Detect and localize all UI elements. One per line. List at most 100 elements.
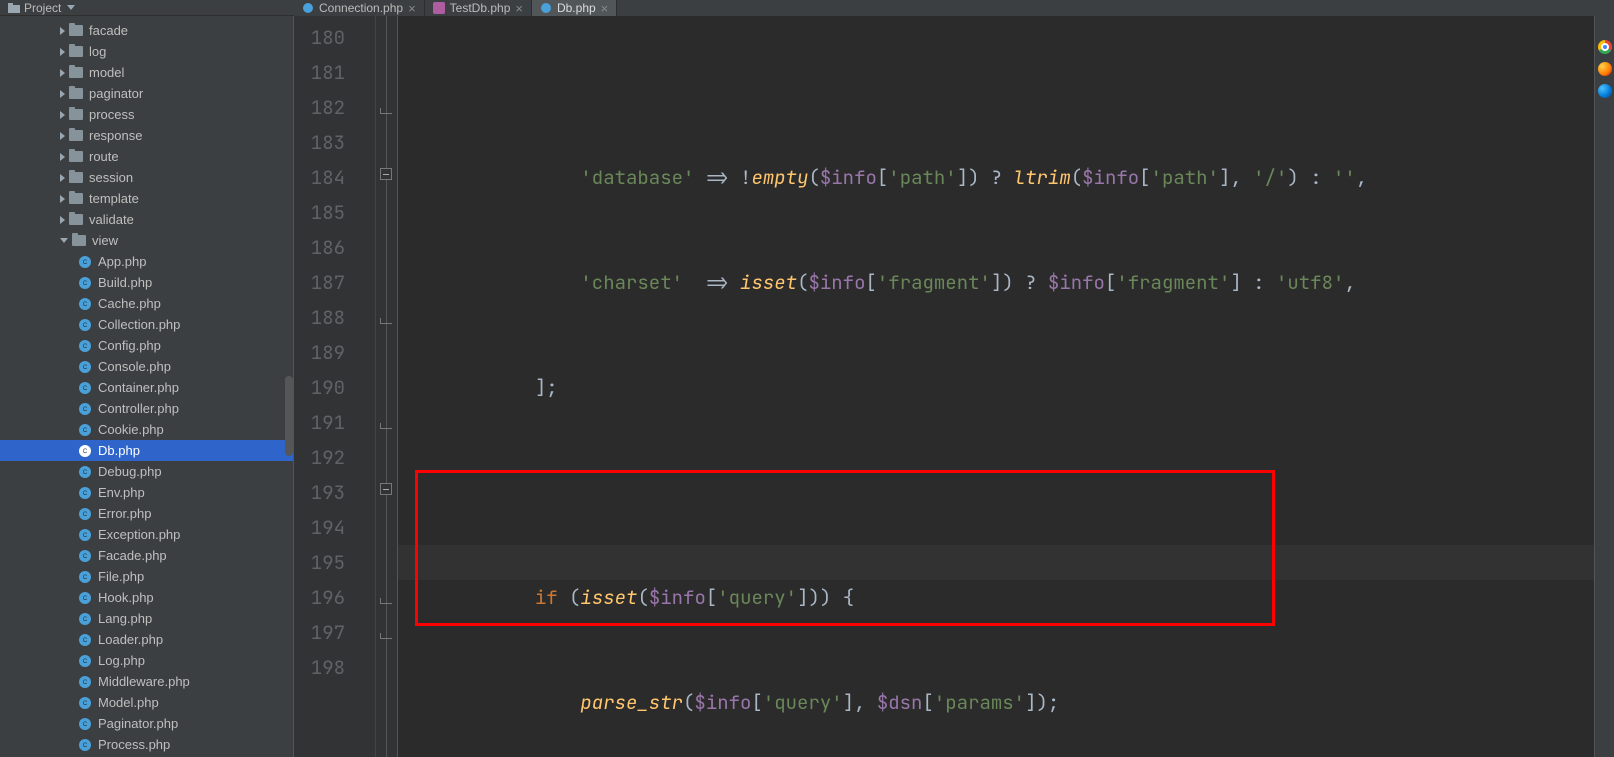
tree-item-label: Paginator.php xyxy=(98,713,178,734)
tree-folder[interactable]: paginator xyxy=(0,83,293,104)
line-number[interactable]: 192 xyxy=(294,440,345,475)
tree-file[interactable]: CLang.php xyxy=(0,608,293,629)
folder-icon xyxy=(69,25,83,36)
tree-file[interactable]: CException.php xyxy=(0,524,293,545)
tree-folder[interactable]: route xyxy=(0,146,293,167)
php-file-icon: C xyxy=(78,465,92,479)
tree-file[interactable]: CController.php xyxy=(0,398,293,419)
tree-file[interactable]: C Paginator.php xyxy=(0,713,293,734)
php-file-icon: C xyxy=(78,717,92,731)
tree-folder[interactable]: template xyxy=(0,188,293,209)
svg-text:C: C xyxy=(83,701,88,707)
tree-file[interactable]: C Model.php xyxy=(0,692,293,713)
chevron-right-icon xyxy=(60,132,65,140)
tree-file[interactable]: CApp.php xyxy=(0,251,293,272)
tree-file[interactable]: CFacade.php xyxy=(0,545,293,566)
tree-item-label: view xyxy=(92,230,118,251)
tree-folder[interactable]: session xyxy=(0,167,293,188)
php-file-icon: C xyxy=(78,738,92,752)
folder-icon xyxy=(69,46,83,57)
line-number[interactable]: 187 xyxy=(294,265,345,300)
project-tool-window-button[interactable]: Project xyxy=(0,0,87,15)
line-number[interactable]: 193 xyxy=(294,475,345,510)
line-number[interactable]: 196 xyxy=(294,580,345,615)
tree-item-label: Loader.php xyxy=(98,629,163,650)
code-content[interactable]: 'database' => !empty($info['path']) ? lt… xyxy=(398,20,1594,757)
line-number[interactable]: 185 xyxy=(294,195,345,230)
tree-item-label: Process.php xyxy=(98,734,170,755)
scrollbar-thumb[interactable] xyxy=(285,376,293,456)
line-number[interactable]: 198 xyxy=(294,650,345,685)
line-number[interactable]: 195 xyxy=(294,545,345,580)
php-file-icon: C xyxy=(78,423,92,437)
tree-file[interactable]: CError.php xyxy=(0,503,293,524)
tree-file[interactable]: CMiddleware.php xyxy=(0,671,293,692)
tree-folder-open[interactable]: view xyxy=(0,230,293,251)
editor-tab[interactable]: TestDb.php× xyxy=(425,0,532,16)
tree-file[interactable]: CCookie.php xyxy=(0,419,293,440)
tree-file[interactable]: CContainer.php xyxy=(0,377,293,398)
tree-folder[interactable]: process xyxy=(0,104,293,125)
tree-file[interactable]: C Hook.php xyxy=(0,587,293,608)
line-number-gutter[interactable]: 1801811821831841851861871881891901911921… xyxy=(294,16,376,757)
tree-folder[interactable]: log xyxy=(0,41,293,62)
tree-item-label: response xyxy=(89,125,142,146)
svg-text:C: C xyxy=(83,512,88,518)
tree-item-label: Model.php xyxy=(98,692,159,713)
tree-file[interactable]: CDebug.php xyxy=(0,461,293,482)
tree-file[interactable]: CFile.php xyxy=(0,566,293,587)
line-number[interactable]: 186 xyxy=(294,230,345,265)
tree-file[interactable]: CBuild.php xyxy=(0,272,293,293)
line-number[interactable]: 189 xyxy=(294,335,345,370)
tree-item-label: Hook.php xyxy=(98,587,154,608)
tree-folder[interactable]: validate xyxy=(0,209,293,230)
svg-text:C: C xyxy=(83,428,88,434)
line-number[interactable]: 183 xyxy=(294,125,345,160)
tree-file[interactable]: CLoader.php xyxy=(0,629,293,650)
tree-file[interactable]: CLog.php xyxy=(0,650,293,671)
tree-file[interactable]: CEnv.php xyxy=(0,482,293,503)
svg-text:C: C xyxy=(83,344,88,350)
tree-item-label: route xyxy=(89,146,119,167)
line-number[interactable]: 190 xyxy=(294,370,345,405)
line-number[interactable]: 184 xyxy=(294,160,345,195)
tree-folder[interactable]: model xyxy=(0,62,293,83)
tree-item-label: Console.php xyxy=(98,356,171,377)
tree-file[interactable]: CConfig.php xyxy=(0,335,293,356)
firefox-icon[interactable] xyxy=(1598,62,1612,76)
chevron-right-icon xyxy=(60,90,65,98)
file-type-icon xyxy=(302,2,314,14)
editor-tab[interactable]: Connection.php× xyxy=(294,0,425,16)
chevron-down-icon xyxy=(67,5,75,10)
tree-file[interactable]: CConsole.php xyxy=(0,356,293,377)
php-file-icon: C xyxy=(78,381,92,395)
line-number[interactable]: 191 xyxy=(294,405,345,440)
line-number[interactable]: 182 xyxy=(294,90,345,125)
line-number[interactable]: 180 xyxy=(294,20,345,55)
close-icon[interactable]: × xyxy=(515,2,523,15)
tree-item-label: model xyxy=(89,62,124,83)
fold-column[interactable] xyxy=(376,16,398,757)
tree-folder[interactable]: facade xyxy=(0,20,293,41)
tree-file[interactable]: CCache.php xyxy=(0,293,293,314)
project-tree[interactable]: facadelogmodelpaginatorprocessresponsero… xyxy=(0,16,294,757)
php-file-icon: C xyxy=(78,591,92,605)
close-icon[interactable]: × xyxy=(408,2,416,15)
php-file-icon: C xyxy=(78,339,92,353)
tree-folder[interactable]: response xyxy=(0,125,293,146)
line-number[interactable]: 194 xyxy=(294,510,345,545)
svg-text:C: C xyxy=(83,281,88,287)
tree-file[interactable]: CDb.php xyxy=(0,440,293,461)
close-icon[interactable]: × xyxy=(601,2,609,15)
php-file-icon: C xyxy=(78,696,92,710)
chrome-icon[interactable] xyxy=(1598,40,1612,54)
tree-item-label: Lang.php xyxy=(98,608,152,629)
editor-tab[interactable]: Db.php× xyxy=(532,0,617,16)
edge-icon[interactable] xyxy=(1598,84,1612,98)
tree-file[interactable]: C Process.php xyxy=(0,734,293,755)
line-number[interactable]: 197 xyxy=(294,615,345,650)
tree-file[interactable]: CCollection.php xyxy=(0,314,293,335)
line-number[interactable]: 188 xyxy=(294,300,345,335)
code-editor[interactable]: 1801811821831841851861871881891901911921… xyxy=(294,16,1594,757)
line-number[interactable]: 181 xyxy=(294,55,345,90)
